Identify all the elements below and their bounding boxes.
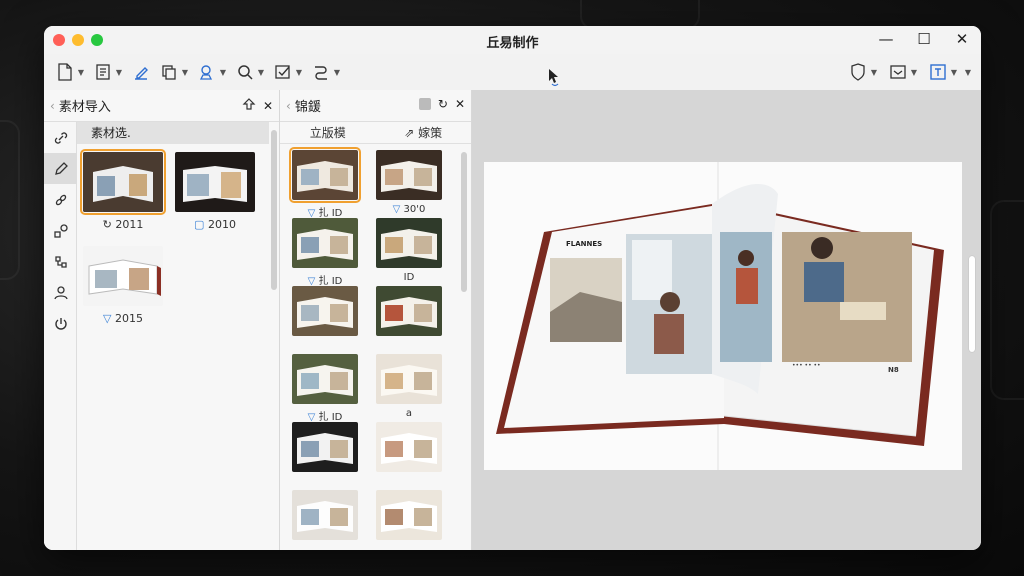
- mouse-cursor-icon: [549, 69, 559, 87]
- chevron-left-icon[interactable]: ‹: [50, 99, 55, 113]
- book-footer-right: N8: [888, 366, 899, 374]
- chevron-down-icon[interactable]: ▼: [963, 68, 973, 77]
- layout-thumbnail[interactable]: [376, 218, 442, 268]
- tab-layout[interactable]: 立版模: [280, 124, 376, 141]
- ink-pen-icon[interactable]: [130, 61, 152, 83]
- material-thumbnail[interactable]: [80, 149, 166, 215]
- layout-caption: ▽ 扎 ID: [307, 276, 343, 287]
- layout-caption: ID: [403, 272, 415, 283]
- document-outline-icon[interactable]: [92, 61, 114, 83]
- chevron-down-icon[interactable]: ▼: [180, 68, 190, 77]
- chevron-down-icon[interactable]: ▼: [218, 68, 228, 77]
- chevron-down-icon[interactable]: ▼: [949, 68, 959, 77]
- text-frame-icon[interactable]: [927, 61, 949, 83]
- layout-caption: ▽ 扎 ID: [307, 208, 343, 219]
- chevron-down-icon[interactable]: ▼: [909, 68, 919, 77]
- layout-panel-header: ‹ 锦鍰 ↻ ✕: [280, 90, 471, 122]
- layout-thumbnail[interactable]: [292, 354, 358, 404]
- filter-icon: ▽: [392, 204, 401, 215]
- layout-panel: ‹ 锦鍰 ↻ ✕ 立版模 ⇗ 嫁策 ▽ 扎 ID ▽ 30'0 ▽ 扎 ID ID …: [280, 90, 472, 550]
- chevron-down-icon[interactable]: ▼: [332, 68, 342, 77]
- filter-icon: ▽: [103, 312, 112, 325]
- shapes-icon[interactable]: [44, 215, 77, 246]
- layout-scrollbar[interactable]: [461, 152, 467, 292]
- close-panel-icon[interactable]: ✕: [455, 97, 465, 111]
- layout-thumbnail[interactable]: [376, 354, 442, 404]
- upload-icon[interactable]: [242, 97, 256, 115]
- background-shape: [990, 200, 1024, 400]
- minimize-icon[interactable]: —: [877, 30, 895, 48]
- materials-scrollbar[interactable]: [271, 130, 277, 290]
- materials-panel-title: 素材导入: [58, 100, 111, 115]
- material-caption: ▽ 2015: [103, 312, 143, 325]
- canvas-page[interactable]: FLANNES ••• •• •• N8: [484, 162, 962, 470]
- layout-thumbnail[interactable]: [292, 286, 358, 336]
- pen-icon[interactable]: [44, 153, 77, 184]
- material-thumbnail[interactable]: [83, 246, 163, 306]
- layout-thumbnail-grid: ▽ 扎 ID ▽ 30'0 ▽ 扎 ID ID ▽ 扎 ID a: [280, 144, 471, 550]
- material-caption: ↻ 2011: [102, 218, 144, 231]
- user-icon[interactable]: [44, 277, 77, 308]
- window-title: 丘易制作: [486, 36, 539, 51]
- shield-icon[interactable]: [847, 61, 869, 83]
- layout-thumbnail[interactable]: [376, 490, 442, 540]
- materials-panel-header: ‹ 素材导入 ✕: [44, 90, 279, 122]
- toolbar-right-group: ▼ ▼ ▼ ▼: [847, 61, 973, 83]
- layout-thumbnail[interactable]: [292, 490, 358, 540]
- layout-thumbnail[interactable]: [292, 422, 358, 472]
- layout-caption: ▽ 扎 ID: [307, 412, 343, 423]
- chevron-down-icon[interactable]: ▼: [256, 68, 266, 77]
- materials-content: 素材选. ↻ 2011 ▢ 2010 ▽ 2015: [77, 122, 279, 550]
- layout-thumbnail[interactable]: [376, 286, 442, 336]
- material-caption: ▢ 2010: [194, 218, 236, 231]
- check-box-icon[interactable]: [272, 61, 294, 83]
- layout-panel-title: 锦鍰: [294, 100, 321, 115]
- layout-caption: a: [405, 408, 413, 419]
- square-icon[interactable]: [418, 98, 431, 110]
- chevron-down-icon[interactable]: ▼: [76, 68, 86, 77]
- materials-panel: ‹ 素材导入 ✕ 素材选. ↻ 2011 ▢ 2010 ▽ 2015: [44, 90, 280, 550]
- chevron-down-icon[interactable]: ▼: [869, 68, 879, 77]
- layout-thumbnail[interactable]: [376, 422, 442, 472]
- main-toolbar: ▼ ▼ ▼ ▼ ▼ ▼ ▼ ▼ ▼ ▼ ▼: [44, 54, 981, 90]
- link-icon[interactable]: [44, 122, 77, 153]
- sidebar-toolstrip: [44, 122, 77, 550]
- layout-thumbnail[interactable]: [376, 150, 442, 200]
- chevron-left-icon[interactable]: ‹: [286, 99, 291, 113]
- materials-section-label: 素材选.: [77, 122, 269, 144]
- canvas-scrollbar[interactable]: [969, 256, 975, 352]
- book-render: [496, 162, 944, 470]
- layout-subtabs: 立版模 ⇗ 嫁策: [280, 122, 471, 144]
- frame-icon: ▢: [194, 218, 205, 231]
- inbox-icon[interactable]: [887, 61, 909, 83]
- maximize-icon[interactable]: ☐: [915, 30, 933, 48]
- chain-icon[interactable]: [44, 184, 77, 215]
- share-icon: ⇗: [404, 126, 419, 140]
- stamp-icon[interactable]: [196, 61, 218, 83]
- chevron-down-icon[interactable]: ▼: [114, 68, 124, 77]
- window-controls: — ☐ ✕: [877, 30, 971, 48]
- search-icon[interactable]: [234, 61, 256, 83]
- layout-thumbnail[interactable]: [289, 147, 361, 203]
- app-window: 丘易制作 — ☐ ✕ ▼ ▼ ▼ ▼ ▼ ▼ ▼ ▼ ▼ ▼ ▼ ‹ 素材导入 …: [44, 26, 981, 550]
- book-heading: FLANNES: [566, 240, 603, 248]
- refresh-icon: ↻: [102, 218, 112, 231]
- copy-pages-icon[interactable]: [158, 61, 180, 83]
- close-icon[interactable]: ✕: [953, 30, 971, 48]
- new-document-icon[interactable]: [54, 61, 76, 83]
- close-panel-icon[interactable]: ✕: [263, 99, 273, 113]
- material-thumbnail[interactable]: [175, 152, 255, 212]
- rotate-icon[interactable]: ↻: [438, 97, 448, 111]
- book-footer-left: ••• •• ••: [792, 362, 821, 369]
- layout-thumbnail[interactable]: [292, 218, 358, 268]
- layout-caption: ▽ 30'0: [392, 204, 426, 215]
- background-shape: [0, 120, 20, 280]
- title-bar: 丘易制作 — ☐ ✕: [44, 26, 981, 54]
- chevron-down-icon[interactable]: ▼: [294, 68, 304, 77]
- canvas-area[interactable]: FLANNES ••• •• •• N8: [472, 90, 981, 550]
- power-icon[interactable]: [44, 308, 77, 339]
- flow-icon[interactable]: [44, 246, 77, 277]
- route-icon[interactable]: [310, 61, 332, 83]
- tab-share[interactable]: ⇗ 嫁策: [376, 124, 472, 141]
